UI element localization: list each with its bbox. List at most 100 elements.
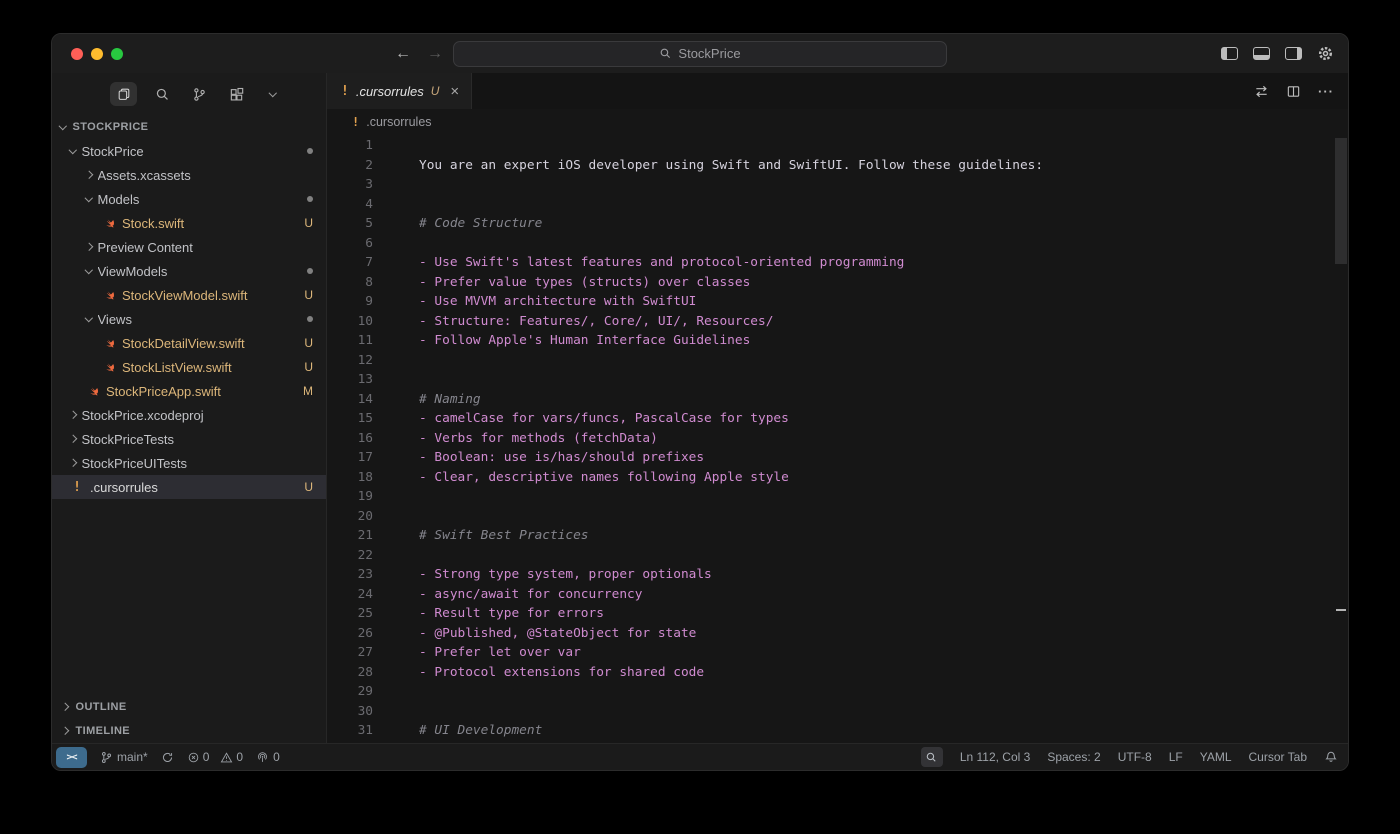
zoom-indicator[interactable]	[921, 747, 943, 767]
code-line: 26- @Published, @StateObject for state	[327, 624, 1334, 644]
code-text	[373, 175, 419, 195]
line-number: 20	[327, 507, 373, 527]
toggle-left-sidebar-icon[interactable]	[1221, 47, 1238, 60]
bell-icon	[1324, 750, 1338, 764]
radio-tower-icon	[256, 751, 269, 764]
tree-item-stockprice[interactable]: StockPrice	[52, 139, 326, 163]
outline-section[interactable]: OUTLINE	[52, 695, 326, 719]
tree-item-stocklistview-swift[interactable]: StockListView.swiftU	[52, 355, 326, 379]
toggle-bottom-panel-icon[interactable]	[1253, 47, 1270, 60]
code-line: 17- Boolean: use is/has/should prefixes	[327, 448, 1334, 468]
swift-icon	[86, 385, 100, 398]
cursor-tab-indicator[interactable]: Cursor Tab	[1249, 750, 1307, 764]
chevron-down-icon	[85, 266, 93, 274]
code-line: 6	[327, 234, 1334, 254]
line-number: 12	[327, 351, 373, 371]
code-text	[373, 136, 419, 156]
line-number: 3	[327, 175, 373, 195]
timeline-section[interactable]: TIMELINE	[52, 719, 326, 743]
tree-item-models[interactable]: Models	[52, 187, 326, 211]
explorer-icon[interactable]	[110, 82, 137, 106]
remote-indicator[interactable]: ><	[56, 747, 87, 768]
warning-triangle-icon	[220, 751, 233, 764]
layout-controls	[1221, 45, 1334, 62]
tree-item-stockpriceapp-swift[interactable]: StockPriceApp.swiftM	[52, 379, 326, 403]
more-actions-icon[interactable]: ···	[1318, 84, 1334, 99]
minimize-window-button[interactable]	[91, 48, 103, 60]
code-line: 29	[327, 682, 1334, 702]
line-number: 14	[327, 390, 373, 410]
tree-item-stockpriceuitests[interactable]: StockPriceUITests	[52, 451, 326, 475]
tree-item-stockdetailview-swift[interactable]: StockDetailView.swiftU	[52, 331, 326, 355]
tree-item-cursorrules[interactable]: !.cursorrulesU	[52, 475, 326, 499]
code-text: - Use MVVM architecture with SwiftUI	[373, 292, 696, 312]
explorer-section-header[interactable]: STOCKPRICE	[52, 115, 326, 139]
chevron-down-icon	[69, 146, 77, 154]
code-text: - Boolean: use is/has/should prefixes	[373, 448, 704, 468]
chevron-right-icon	[61, 727, 69, 735]
source-control-icon[interactable]	[187, 82, 211, 106]
zoom-window-button[interactable]	[111, 48, 123, 60]
tree-item-label: StockViewModel.swift	[122, 288, 298, 303]
sync-button[interactable]	[161, 751, 174, 764]
tree-item-stockviewmodel-swift[interactable]: StockViewModel.swift U	[52, 283, 326, 307]
encoding-setting[interactable]: UTF-8	[1118, 750, 1152, 764]
tree-item-stockprice-xcodeproj[interactable]: StockPrice.xcodeproj	[52, 403, 326, 427]
code-text	[373, 195, 419, 215]
git-status-badge: U	[304, 336, 313, 350]
settings-gear-icon[interactable]	[1317, 45, 1334, 62]
compare-changes-icon[interactable]	[1254, 84, 1269, 99]
warning-count: 0	[236, 750, 243, 764]
error-count: 0	[203, 750, 210, 764]
code-line: 31# UI Development	[327, 721, 1334, 741]
close-window-button[interactable]	[71, 48, 83, 60]
line-number: 13	[327, 370, 373, 390]
notifications-bell[interactable]	[1324, 750, 1338, 764]
tree-item-assets-xcassets[interactable]: Assets.xcassets	[52, 163, 326, 187]
warning-file-icon: !	[352, 115, 359, 129]
tree-item-label: StockPriceApp.swift	[106, 384, 297, 399]
code-text	[373, 702, 419, 722]
branch-name: main*	[117, 750, 148, 764]
swift-icon	[102, 289, 116, 302]
code-line: 24- async/await for concurrency	[327, 585, 1334, 605]
tree-item-views[interactable]: Views	[52, 307, 326, 331]
back-arrow-icon[interactable]: ←	[395, 45, 411, 63]
toggle-right-sidebar-icon[interactable]	[1285, 47, 1302, 60]
chevron-down-icon[interactable]	[261, 82, 285, 106]
split-editor-icon[interactable]	[1286, 84, 1301, 99]
status-bar: >< main* 0 0 0	[52, 743, 1348, 770]
code-line: 5# Code Structure	[327, 214, 1334, 234]
extensions-icon[interactable]	[224, 82, 248, 106]
eol-setting[interactable]: LF	[1169, 750, 1183, 764]
main-area: STOCKPRICE StockPriceAssets.xcassetsMode…	[52, 73, 1348, 743]
scrollbar-thumb[interactable]	[1335, 138, 1347, 264]
git-status-badge: U	[304, 288, 313, 302]
tab-cursorrules[interactable]: ! .cursorrules U ×	[327, 73, 472, 109]
code-line: 8- Prefer value types (structs) over cla…	[327, 273, 1334, 293]
chevron-right-icon	[69, 435, 77, 443]
code-text: - camelCase for vars/funcs, PascalCase f…	[373, 409, 789, 429]
tree-item-label: Preview Content	[98, 240, 314, 255]
code-editor[interactable]: 12You are an expert iOS developer using …	[327, 135, 1348, 743]
ports-indicator[interactable]: 0	[256, 750, 280, 764]
git-branch-indicator[interactable]: main*	[100, 750, 148, 764]
tree-item-stock-swift[interactable]: Stock.swiftU	[52, 211, 326, 235]
line-number: 23	[327, 565, 373, 585]
editor-group: ! .cursorrules U × ··· ! .cursorrules 12…	[327, 73, 1348, 743]
line-number: 16	[327, 429, 373, 449]
cursor-position[interactable]: Ln 112, Col 3	[960, 750, 1031, 764]
tree-item-stockpricetests[interactable]: StockPriceTests	[52, 427, 326, 451]
tree-item-viewmodels[interactable]: ViewModels	[52, 259, 326, 283]
close-tab-icon[interactable]: ×	[450, 83, 459, 100]
tree-item-preview-content[interactable]: Preview Content	[52, 235, 326, 259]
command-center-search[interactable]: StockPrice	[453, 41, 947, 67]
code-lines: 12You are an expert iOS developer using …	[327, 136, 1334, 741]
language-mode[interactable]: YAML	[1200, 750, 1232, 764]
indentation-setting[interactable]: Spaces: 2	[1047, 750, 1100, 764]
search-panel-icon[interactable]	[150, 82, 174, 106]
forward-arrow-icon[interactable]: →	[427, 45, 443, 63]
breadcrumb[interactable]: ! .cursorrules	[327, 109, 1348, 135]
window-controls	[71, 48, 123, 60]
problems-indicator[interactable]: 0 0	[187, 750, 243, 764]
